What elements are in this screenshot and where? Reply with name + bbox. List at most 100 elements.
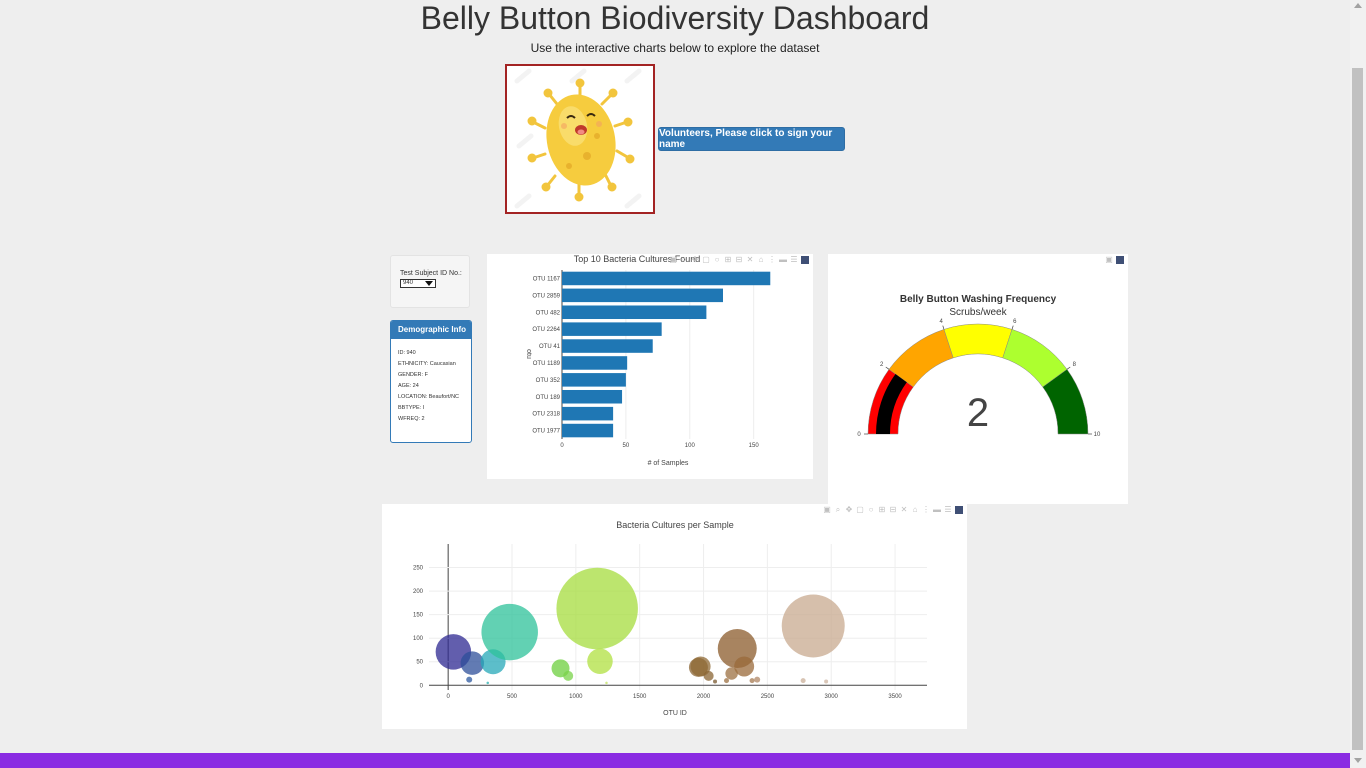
gauge-tick-label: 2: [880, 362, 884, 368]
lasso-icon[interactable]: ○: [867, 506, 875, 514]
plotly-logo-icon[interactable]: [1116, 256, 1124, 264]
gauge-tick-label: 4: [940, 319, 944, 325]
bubble-ytick-label: 100: [413, 636, 424, 642]
bar-ytick-label: OTU 189: [536, 395, 561, 401]
bar: [562, 322, 662, 336]
zoom-out-icon[interactable]: ⊟: [735, 256, 743, 264]
bubble-chart-modebar: ▣ ⌕ ✥ ▢ ○ ⊞ ⊟ ✕ ⌂ ⋮ ▬ ☰: [823, 506, 963, 514]
scroll-down-icon[interactable]: [1354, 758, 1362, 763]
plotly-logo-icon[interactable]: [955, 506, 963, 514]
bubble: [781, 594, 845, 658]
bubble: [466, 676, 473, 683]
camera-icon[interactable]: ▣: [669, 256, 677, 264]
bubble-chart-xlabel: OTU ID: [663, 710, 687, 717]
plotly-logo-icon[interactable]: [801, 256, 809, 264]
scroll-up-icon[interactable]: [1354, 3, 1362, 8]
bar-ytick-label: OTU 2859: [532, 293, 560, 299]
bar-ytick-label: OTU 1189: [533, 361, 561, 367]
lasso-icon[interactable]: ○: [713, 256, 721, 264]
bar: [562, 373, 626, 387]
demographic-id: ID: 940: [398, 350, 416, 356]
bubble: [587, 648, 613, 675]
bar-ytick-label: OTU 41: [539, 344, 561, 350]
bubble: [754, 676, 761, 683]
bar-ytick-label: OTU 2264: [532, 327, 560, 333]
subject-selector-label: Test Subject ID No.:: [400, 270, 462, 277]
bubble: [703, 670, 714, 681]
spike-lines-icon[interactable]: ⋮: [922, 506, 930, 514]
reset-axes-icon[interactable]: ⌂: [911, 506, 919, 514]
subject-selector-panel: Test Subject ID No.: 940: [390, 255, 470, 308]
volunteer-signup-button[interactable]: Volunteers, Please click to sign your na…: [658, 127, 845, 151]
bar: [562, 305, 707, 320]
gauge-value: 2: [967, 391, 989, 435]
zoom-icon[interactable]: ⌕: [834, 506, 842, 514]
bubble: [725, 667, 738, 680]
gauge-subtitle: Scrubs/week: [949, 307, 1007, 318]
bar-chart-card: ▣ ⌕ ✥ ▢ ○ ⊞ ⊟ ✕ ⌂ ⋮ ▬ ☰ Top 10 Bacteria …: [487, 254, 813, 479]
gauge-title: Belly Button Washing Frequency: [900, 294, 1057, 305]
bacteria-mascot-icon: [514, 68, 642, 209]
hover-closest-icon[interactable]: ▬: [933, 506, 941, 514]
chevron-down-icon: [425, 281, 433, 286]
camera-icon[interactable]: ▣: [823, 506, 831, 514]
hover-closest-icon[interactable]: ▬: [779, 256, 787, 264]
spike-lines-icon[interactable]: ⋮: [768, 256, 776, 264]
subject-id-dropdown[interactable]: 940: [400, 279, 436, 288]
pan-icon[interactable]: ✥: [691, 256, 699, 264]
bubble-xtick-label: 3500: [888, 694, 902, 700]
bubble-ytick-label: 150: [413, 613, 424, 619]
zoom-in-icon[interactable]: ⊞: [724, 256, 732, 264]
gauge-tick: [1066, 366, 1071, 370]
demographic-ethnicity: ETHNICITY: Caucasian: [398, 361, 456, 367]
bar-chart-xlabel: # of Samples: [648, 460, 689, 467]
bubble: [486, 681, 489, 685]
demographic-info-panel: Demographic Info ID: 940 ETHNICITY: Cauc…: [390, 320, 472, 443]
bar-ytick-label: OTU 1167: [533, 276, 561, 282]
hover-compare-icon[interactable]: ☰: [944, 506, 952, 514]
bubble: [460, 651, 485, 675]
bar: [562, 389, 623, 404]
demographic-info-body: ID: 940 ETHNICITY: Caucasian GENDER: F A…: [391, 339, 471, 423]
autoscale-icon[interactable]: ✕: [900, 506, 908, 514]
page-title: Belly Button Biodiversity Dashboard: [420, 0, 930, 36]
subject-id-dropdown-value: 940: [403, 280, 414, 286]
bar-xtick-label: 100: [685, 443, 696, 449]
bacteria-mascot-image: [505, 64, 655, 214]
reset-axes-icon[interactable]: ⌂: [757, 256, 765, 264]
zoom-out-icon[interactable]: ⊟: [889, 506, 897, 514]
gauge-tick: [942, 325, 945, 330]
bar-chart: Top 10 Bacteria Cultures Found # of Samp…: [525, 254, 771, 467]
bubble: [605, 681, 608, 685]
demographic-gender: GENDER: F: [398, 372, 428, 378]
bubble: [556, 567, 638, 650]
gauge-chart: Belly Button Washing Frequency Scrubs/we…: [857, 294, 1101, 438]
pan-icon[interactable]: ✥: [845, 506, 853, 514]
camera-icon[interactable]: ▣: [1105, 256, 1113, 264]
zoom-icon[interactable]: ⌕: [680, 256, 688, 264]
zoom-in-icon[interactable]: ⊞: [878, 506, 886, 514]
autoscale-icon[interactable]: ✕: [746, 256, 754, 264]
scrollbar-thumb[interactable]: [1352, 68, 1363, 750]
bar: [562, 406, 614, 421]
bubble: [824, 679, 829, 684]
gauge-tick: [1011, 325, 1014, 330]
bubble-ytick-label: 200: [413, 589, 424, 595]
bar: [562, 339, 653, 353]
page-scrollbar[interactable]: [1350, 0, 1366, 768]
box-select-icon[interactable]: ▢: [702, 256, 710, 264]
box-select-icon[interactable]: ▢: [856, 506, 864, 514]
gauge-tick-label: 0: [857, 432, 861, 438]
bubble: [749, 678, 755, 684]
demographic-wfreq: WFREQ: 2: [398, 416, 425, 422]
gauge-tick: [885, 366, 890, 370]
gauge-tick-label: 8: [1073, 362, 1077, 368]
bubble: [800, 678, 806, 684]
bubble-ytick-label: 50: [416, 660, 423, 666]
demographic-info-title: Demographic Info: [391, 321, 471, 339]
bar: [562, 423, 614, 438]
hover-compare-icon[interactable]: ☰: [790, 256, 798, 264]
bubble: [724, 678, 730, 684]
bar-ytick-label: OTU 482: [536, 310, 561, 316]
bar: [562, 271, 771, 286]
